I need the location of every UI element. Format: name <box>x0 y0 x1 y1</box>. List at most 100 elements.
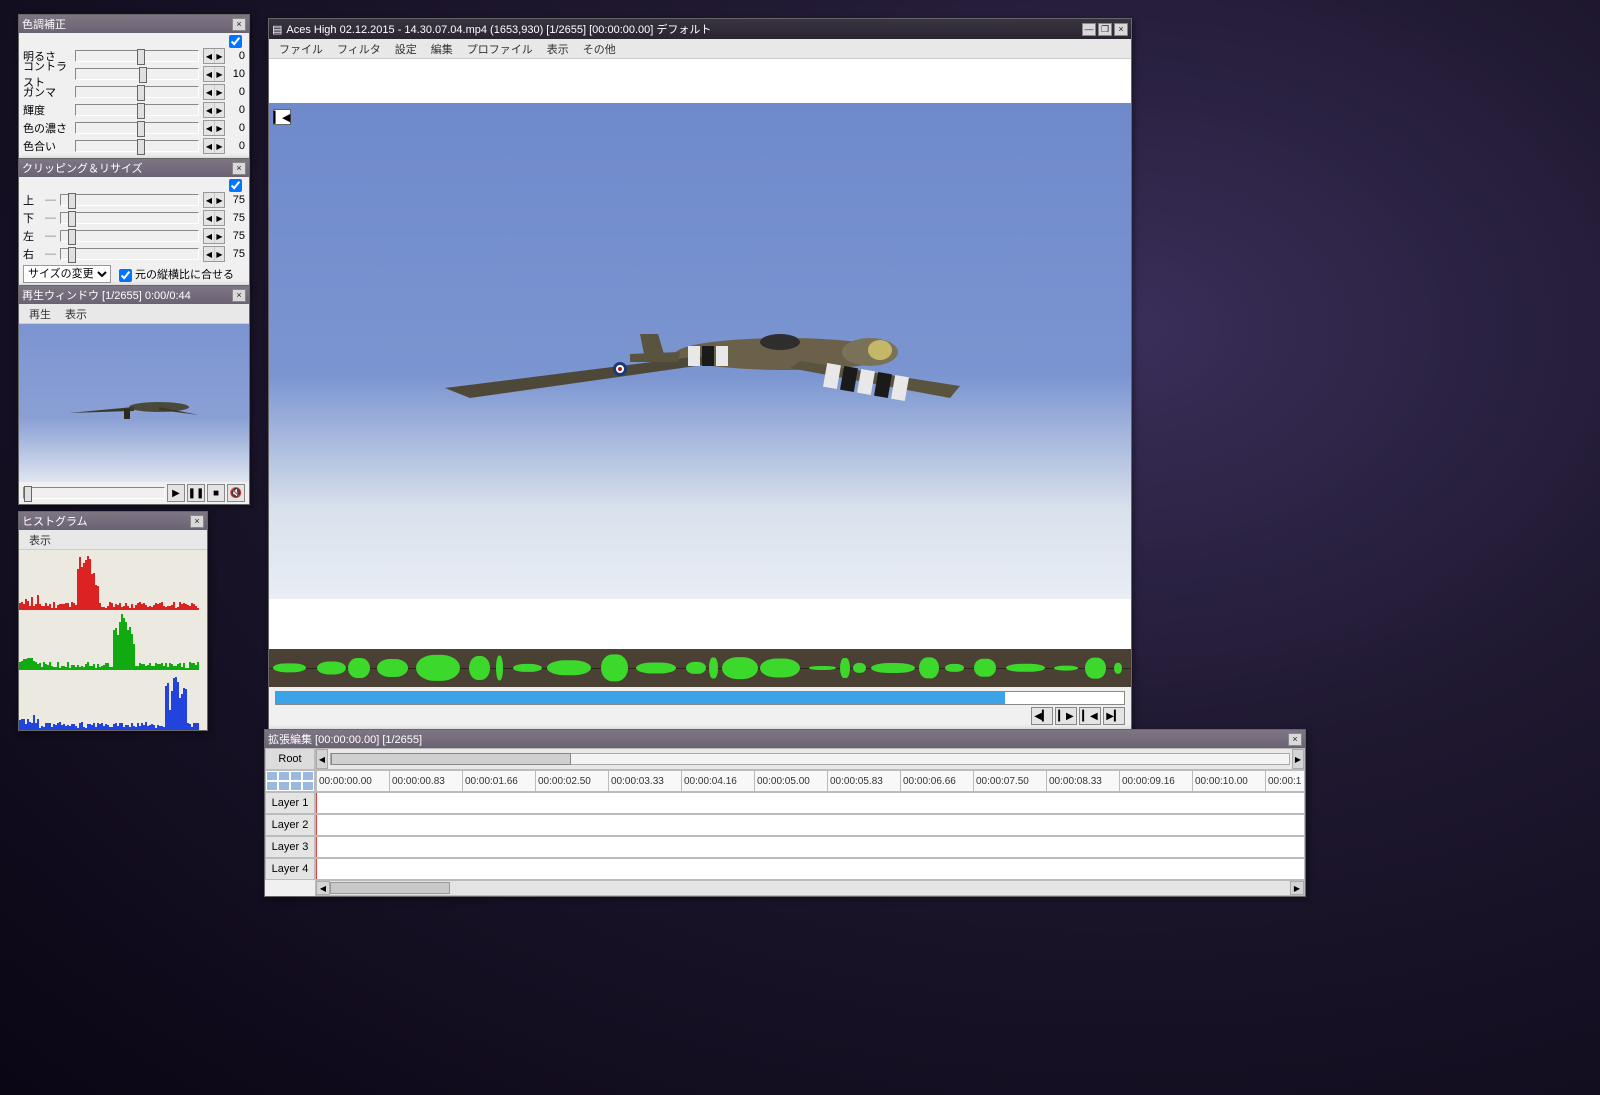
timeline-track[interactable] <box>315 792 1305 814</box>
slider-label: 輝度 <box>23 102 71 118</box>
clipping-resize-titlebar[interactable]: クリッピング＆リサイズ × <box>19 159 249 177</box>
airplane-thumbnail <box>64 393 204 423</box>
spin-buttons[interactable]: ◀▶ <box>203 192 225 208</box>
menu-item[interactable]: プロファイル <box>461 39 539 59</box>
timeline-body: Root Layer 1Layer 2Layer 3Layer 4 ◀ ▶ 00… <box>265 748 1305 896</box>
menu-display[interactable]: 表示 <box>23 530 57 550</box>
spin-buttons[interactable]: ◀▶ <box>203 84 225 100</box>
mute-button[interactable]: 🔇 <box>227 484 245 502</box>
timeline-titlebar[interactable]: 拡張編集 [00:00:00.00] [1/2655] × <box>265 730 1305 748</box>
spin-buttons[interactable]: ◀▶ <box>203 210 225 226</box>
play-button[interactable]: ▶ <box>167 484 185 502</box>
spin-buttons[interactable]: ◀▶ <box>203 102 225 118</box>
timeline-ruler[interactable]: 00:00:00.0000:00:00.8300:00:01.6600:00:0… <box>315 770 1305 792</box>
scroll-right-arrow[interactable]: ▶ <box>1290 881 1304 895</box>
menu-item[interactable]: 編集 <box>425 39 459 59</box>
menu-display[interactable]: 表示 <box>59 304 93 324</box>
next-frame-button[interactable]: ▎▶ <box>1055 707 1077 725</box>
layer-label[interactable]: Layer 3 <box>265 836 315 858</box>
slider-track[interactable] <box>75 104 199 116</box>
close-button[interactable]: × <box>1114 23 1128 36</box>
spin-buttons[interactable]: ◀▶ <box>203 246 225 262</box>
spin-buttons[interactable]: ◀▶ <box>203 228 225 244</box>
menu-item[interactable]: ファイル <box>273 39 329 59</box>
slider-row: 色の濃さ◀▶0 <box>23 119 245 137</box>
slider-track[interactable] <box>60 230 199 242</box>
slider-row: 輝度◀▶0 <box>23 101 245 119</box>
slider-track[interactable] <box>60 194 199 206</box>
spin-buttons[interactable]: ◀▶ <box>203 66 225 82</box>
timeline-track[interactable] <box>315 814 1305 836</box>
clipping-enable-checkbox[interactable] <box>229 179 245 192</box>
prev-frame-button[interactable]: ◀▎ <box>1031 707 1053 725</box>
scroll-left-arrow[interactable]: ◀ <box>316 881 330 895</box>
zoom-right-arrow[interactable]: ▶ <box>1292 749 1304 769</box>
layer-label[interactable]: Layer 1 <box>265 792 315 814</box>
slider-track[interactable] <box>75 68 199 80</box>
slider-track[interactable] <box>75 50 199 62</box>
stop-button[interactable]: ■ <box>207 484 225 502</box>
slider-track[interactable] <box>60 248 199 260</box>
ruler-tick: 00:00:01.66 <box>462 771 518 791</box>
ruler-tick: 00:00:05.00 <box>754 771 810 791</box>
slider-track[interactable] <box>75 140 199 152</box>
menu-item[interactable]: フィルタ <box>331 39 387 59</box>
layer-label[interactable]: Layer 2 <box>265 814 315 836</box>
scroll-thumb[interactable] <box>330 882 450 894</box>
main-title: Aces High 02.12.2015 - 14.30.07.04.mp4 (… <box>286 21 1080 37</box>
slider-row: 上—◀▶75 <box>23 191 245 209</box>
close-icon[interactable]: × <box>1288 733 1302 746</box>
timeline-track[interactable] <box>315 858 1305 880</box>
menu-item[interactable]: その他 <box>577 39 622 59</box>
playback-controls: ▶ ❚❚ ■ 🔇 <box>19 482 249 504</box>
slider-value: 0 <box>229 50 245 62</box>
histogram-titlebar[interactable]: ヒストグラム × <box>19 512 207 530</box>
main-menubar: ファイルフィルタ設定編集プロファイル表示その他 <box>269 39 1131 59</box>
ruler-tick: 00:00:09.16 <box>1119 771 1175 791</box>
close-icon[interactable]: × <box>232 162 246 175</box>
clipping-resize-panel: クリッピング＆リサイズ × 上—◀▶75下—◀▶75左—◀▶75右—◀▶75 サ… <box>18 158 250 289</box>
spin-buttons[interactable]: ◀▶ <box>203 48 225 64</box>
slider-track[interactable] <box>75 86 199 98</box>
zoom-left-arrow[interactable]: ◀ <box>316 749 328 769</box>
pause-button[interactable]: ❚❚ <box>187 484 205 502</box>
color-correction-panel: 色調補正 × 明るさ◀▶0コントラスト◀▶10ガンマ◀▶0輝度◀▶0色の濃さ◀▶… <box>18 14 250 159</box>
playback-slider[interactable] <box>23 487 165 499</box>
close-icon[interactable]: × <box>232 289 246 302</box>
timeline-title: 拡張編集 [00:00:00.00] [1/2655] <box>268 731 1286 747</box>
ruler-tick: 00:00:03.33 <box>608 771 664 791</box>
start-frame-button[interactable]: ▎◀ <box>273 109 291 125</box>
goto-start-button[interactable]: ▎◀ <box>1079 707 1101 725</box>
minimize-button[interactable]: — <box>1082 23 1096 36</box>
aspect-ratio-checkbox[interactable]: 元の縦横比に合せる <box>119 266 234 282</box>
playback-titlebar[interactable]: 再生ウィンドウ [1/2655] 0:00/0:44 × <box>19 286 249 304</box>
slider-track[interactable] <box>60 212 199 224</box>
slider-track[interactable] <box>75 122 199 134</box>
layer-label[interactable]: Layer 4 <box>265 858 315 880</box>
audio-waveform <box>269 649 1131 687</box>
frame-progress-bar[interactable] <box>275 691 1125 705</box>
timeline-zoom-bar[interactable]: ◀ ▶ <box>315 748 1305 770</box>
menu-item[interactable]: 表示 <box>541 39 575 59</box>
histogram-blue <box>19 670 207 730</box>
maximize-button[interactable]: ❐ <box>1098 23 1112 36</box>
ruler-tick: 00:00:00.00 <box>316 771 372 791</box>
slider-label: 左 <box>23 228 41 244</box>
timeline-layers-overview[interactable] <box>265 770 315 792</box>
resize-mode-select[interactable]: サイズの変更 <box>23 265 111 283</box>
close-icon[interactable]: × <box>232 18 246 31</box>
spin-buttons[interactable]: ◀▶ <box>203 138 225 154</box>
timeline-track[interactable] <box>315 836 1305 858</box>
slider-value: 75 <box>229 194 245 206</box>
close-icon[interactable]: × <box>190 515 204 528</box>
color-correction-titlebar[interactable]: 色調補正 × <box>19 15 249 33</box>
color-correction-enable-checkbox[interactable] <box>229 35 245 48</box>
menu-item[interactable]: 設定 <box>389 39 423 59</box>
menu-play[interactable]: 再生 <box>23 304 57 324</box>
spin-buttons[interactable]: ◀▶ <box>203 120 225 136</box>
slider-label: 色合い <box>23 138 71 154</box>
main-titlebar[interactable]: ▤ Aces High 02.12.2015 - 14.30.07.04.mp4… <box>269 19 1131 39</box>
timeline-h-scrollbar[interactable]: ◀ ▶ <box>315 880 1305 896</box>
timeline-root-cell[interactable]: Root <box>265 748 315 770</box>
goto-end-button[interactable]: ▶▎ <box>1103 707 1125 725</box>
